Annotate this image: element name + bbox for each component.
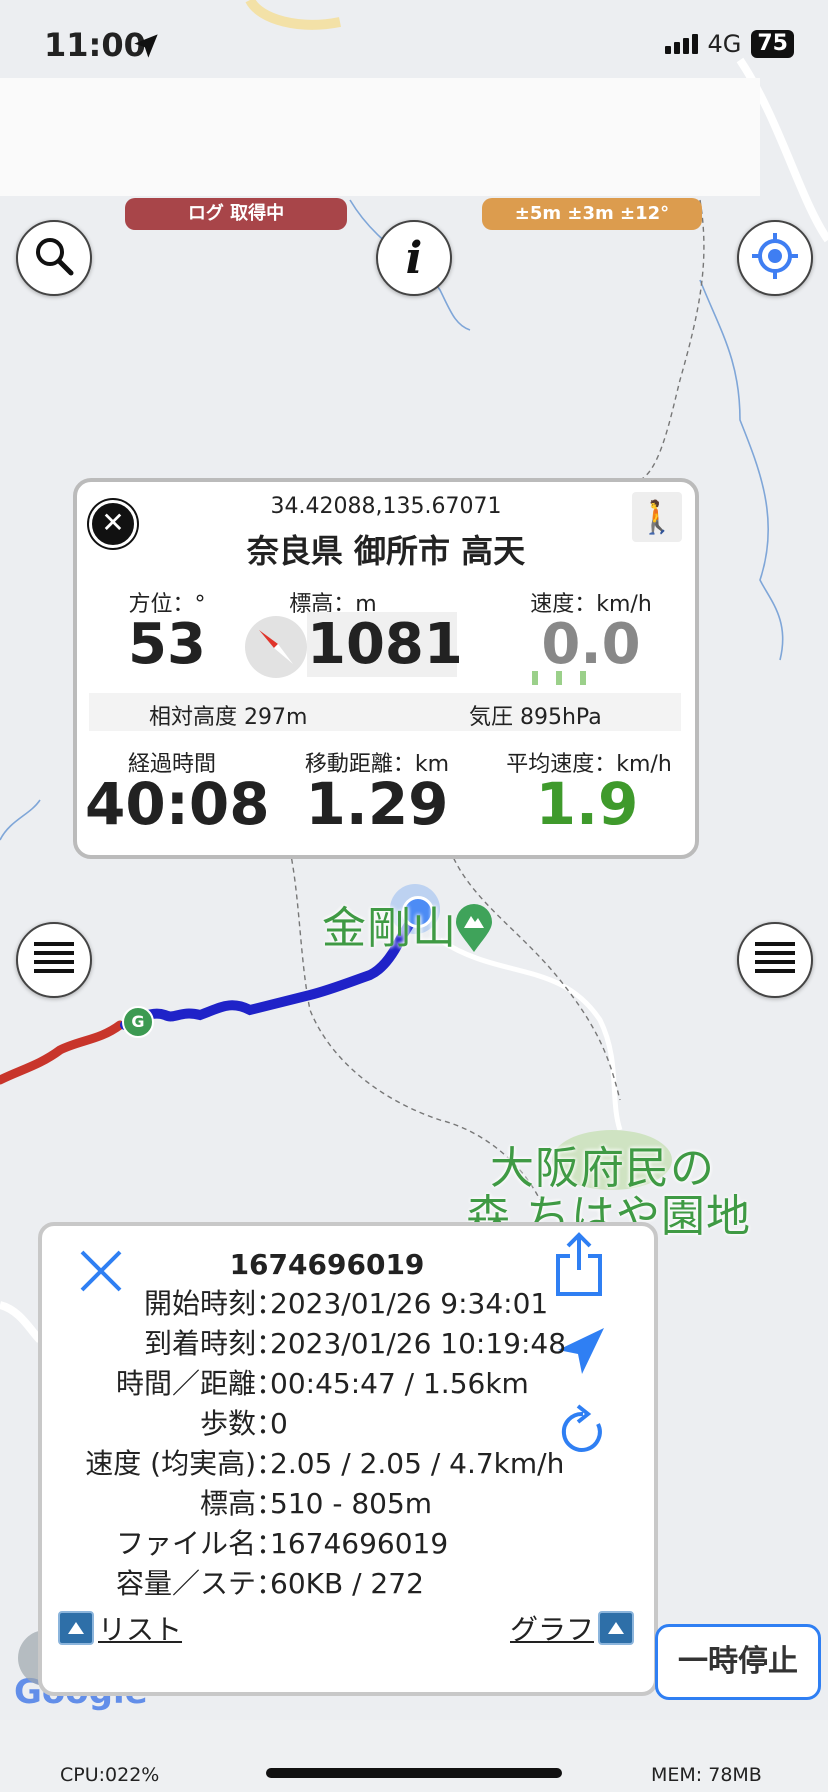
distance-value: 1.29 bbox=[305, 770, 449, 838]
address: 奈良県 御所市 高天 bbox=[246, 532, 526, 570]
coordinates: 34.42088,135.67071 bbox=[270, 494, 502, 519]
hamburger-icon bbox=[32, 940, 76, 980]
park-pin-icon[interactable] bbox=[454, 902, 494, 952]
track-row: 標高： 510 - 805m bbox=[42, 1484, 562, 1524]
row-value: 510 - 805m bbox=[270, 1487, 433, 1520]
row-value: 2023/01/26 10:19:48 bbox=[270, 1327, 567, 1360]
elevation-value: 1081 bbox=[307, 612, 463, 677]
search-button[interactable] bbox=[16, 220, 92, 296]
row-label: 開始時刻： bbox=[143, 1287, 284, 1320]
row-value: 0 bbox=[270, 1407, 288, 1440]
location-arrow-icon bbox=[132, 32, 160, 64]
row-label: 時間／距離： bbox=[115, 1367, 284, 1400]
compass-icon bbox=[245, 616, 307, 678]
right-menu-button[interactable] bbox=[737, 922, 813, 998]
track-row: 歩数： 0 bbox=[42, 1404, 562, 1444]
info-button[interactable]: i bbox=[376, 220, 452, 296]
status-time: 11:00 bbox=[44, 26, 146, 64]
track-row: 容量／ステ： 60KB / 272 bbox=[42, 1564, 562, 1604]
track-id: 1674696019 bbox=[229, 1248, 425, 1281]
row-value: 2.05 / 2.05 / 4.7km/h bbox=[270, 1447, 565, 1480]
network-type: 4G bbox=[707, 30, 742, 58]
target-icon bbox=[750, 231, 800, 285]
list-link[interactable]: リスト bbox=[58, 1608, 182, 1648]
signal-icon bbox=[664, 34, 698, 54]
info-icon: i bbox=[405, 232, 423, 284]
pause-button[interactable]: 一時停止 bbox=[655, 1624, 821, 1700]
status-right: 4G 75 bbox=[664, 30, 794, 58]
pressure: 気圧 895hPa bbox=[469, 705, 602, 730]
elapsed-value: 40:08 bbox=[85, 770, 270, 838]
track-row: 速度 (均実高)： 2.05 / 2.05 / 4.7km/h bbox=[42, 1444, 565, 1484]
map-label-park-1: 大阪府民の bbox=[490, 1143, 715, 1194]
heading-value: 53 bbox=[128, 612, 206, 677]
cpu-usage: CPU:022% bbox=[60, 1764, 160, 1786]
info-card: ✕ 🚶 34.42088,135.67071 奈良県 御所市 高天 方位：° 5… bbox=[73, 478, 699, 859]
speed-indicator bbox=[532, 671, 586, 685]
altitude-pressure-strip: 相対高度 297m 気圧 895hPa bbox=[89, 693, 681, 731]
list-link-label: リスト bbox=[98, 1613, 183, 1646]
row-value: 00:45:47 / 1.56km bbox=[270, 1367, 529, 1400]
track-row: 開始時刻： 2023/01/26 9:34:01 bbox=[42, 1284, 562, 1324]
left-menu-button[interactable] bbox=[16, 922, 92, 998]
row-value: 60KB / 272 bbox=[270, 1567, 424, 1600]
speed-value: 0.0 bbox=[541, 612, 641, 677]
triangle-up-icon bbox=[58, 1611, 94, 1645]
row-label: ファイル名： bbox=[115, 1527, 284, 1560]
relative-altitude: 相対高度 297m bbox=[149, 705, 308, 730]
start-marker-icon[interactable]: G bbox=[122, 1006, 154, 1038]
triangle-up-icon bbox=[598, 1611, 635, 1645]
home-indicator[interactable] bbox=[266, 1768, 562, 1778]
track-row: 時間／距離： 00:45:47 / 1.56km bbox=[42, 1364, 562, 1404]
map-label-peak: 金剛山 bbox=[322, 903, 457, 954]
row-label: 容量／ステ： bbox=[115, 1567, 284, 1600]
hamburger-icon bbox=[753, 940, 797, 980]
battery-icon: 75 bbox=[751, 30, 794, 58]
graph-link-label: グラフ bbox=[510, 1613, 595, 1646]
log-status-badge: ログ 取得中 bbox=[125, 198, 347, 230]
accuracy-badge: ±5m ±3m ±12° bbox=[482, 198, 702, 230]
ad-banner bbox=[0, 78, 760, 196]
row-value: 2023/01/26 9:34:01 bbox=[270, 1287, 549, 1320]
row-value: 1674696019 bbox=[270, 1527, 449, 1560]
track-row: ファイル名： 1674696019 bbox=[42, 1524, 562, 1564]
graph-link[interactable]: グラフ bbox=[510, 1608, 635, 1648]
locate-button[interactable] bbox=[737, 220, 813, 296]
row-label: 速度 (均実高)： bbox=[85, 1447, 284, 1480]
row-label: 到着時刻： bbox=[143, 1327, 284, 1360]
status-bar: 11:00 4G 75 bbox=[0, 0, 828, 76]
memory-usage: MEM: 78MB bbox=[651, 1764, 762, 1786]
avg-speed-value: 1.9 bbox=[535, 770, 639, 838]
track-row: 到着時刻： 2023/01/26 10:19:48 bbox=[42, 1324, 566, 1364]
search-icon bbox=[33, 235, 75, 281]
